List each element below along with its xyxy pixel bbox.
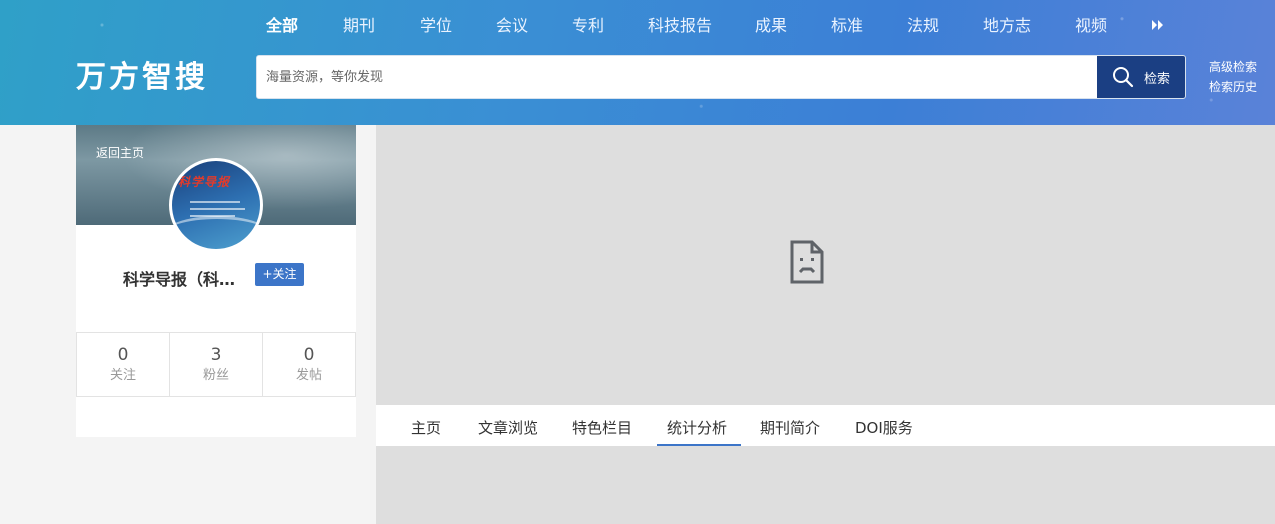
stat-following-label: 关注 (109, 368, 136, 383)
stat-following-count: 0 (117, 345, 129, 365)
avatar-text-line (190, 201, 240, 203)
site-header: 万方智搜 全部 期刊 学位 会议 专利 科技报告 成果 标准 法规 地方志 视频… (0, 0, 1275, 125)
search-icon (1112, 67, 1134, 88)
search-input[interactable] (257, 56, 1097, 98)
stat-following[interactable]: 0 关注 (77, 333, 170, 396)
embedded-content-frame (376, 125, 1275, 405)
nav-item-conference[interactable]: 会议 (496, 14, 572, 38)
nav-item-journal[interactable]: 期刊 (343, 14, 420, 38)
search-history-link[interactable]: 检索历史 (1209, 77, 1257, 97)
advanced-search-link[interactable]: 高级检索 (1209, 57, 1257, 77)
search-button[interactable]: 检索 (1097, 56, 1185, 98)
journal-profile-card: 返回主页 科学导报 科学导报（科… +关注 0 关注 3 粉丝 0 发帖 (76, 125, 356, 437)
back-home-link[interactable]: 返回主页 (96, 144, 144, 161)
journal-avatar[interactable]: 科学导报 (169, 158, 263, 252)
search-bar: 检索 (256, 55, 1186, 99)
stat-posts-label: 发帖 (295, 368, 322, 383)
double-chevron-right-icon[interactable] (1151, 19, 1165, 34)
broken-page-icon (790, 240, 824, 284)
nav-item-degree[interactable]: 学位 (420, 14, 496, 38)
avatar-cover-title: 科学导报 (178, 175, 231, 189)
tab-statistics[interactable]: 统计分析 (657, 405, 741, 446)
journal-name: 科学导报（科… (123, 270, 236, 289)
tab-article-browse[interactable]: 文章浏览 (478, 405, 538, 446)
journal-tabs: 主页 文章浏览 特色栏目 统计分析 期刊简介 DOI服务 (376, 405, 1275, 446)
resource-type-nav: 全部 期刊 学位 会议 专利 科技报告 成果 标准 法规 地方志 视频 (266, 14, 1165, 38)
nav-item-tech-report[interactable]: 科技报告 (648, 14, 755, 38)
stat-posts-count: 0 (303, 345, 315, 365)
site-logo[interactable]: 万方智搜 (76, 52, 208, 96)
stat-posts[interactable]: 0 发帖 (263, 333, 355, 396)
nav-item-local-gazette[interactable]: 地方志 (983, 14, 1075, 38)
search-links: 高级检索 检索历史 (1209, 57, 1257, 97)
avatar-text-line (190, 208, 245, 210)
nav-item-patent[interactable]: 专利 (572, 14, 648, 38)
stat-followers-count: 3 (210, 345, 222, 365)
tab-journal-intro[interactable]: 期刊简介 (760, 405, 820, 446)
tab-content-area (376, 446, 1275, 524)
tab-home[interactable]: 主页 (411, 405, 441, 446)
nav-item-video[interactable]: 视频 (1075, 14, 1151, 38)
stat-followers[interactable]: 3 粉丝 (170, 333, 263, 396)
search-button-label: 检索 (1143, 71, 1170, 87)
stat-followers-label: 粉丝 (202, 368, 229, 383)
nav-item-standard[interactable]: 标准 (831, 14, 907, 38)
nav-item-regulation[interactable]: 法规 (907, 14, 983, 38)
nav-item-all[interactable]: 全部 (266, 14, 343, 38)
profile-stats: 0 关注 3 粉丝 0 发帖 (76, 332, 356, 397)
follow-button[interactable]: +关注 (255, 263, 304, 286)
tab-doi-service[interactable]: DOI服务 (855, 405, 913, 446)
avatar-swoosh (172, 216, 260, 249)
nav-item-achievement[interactable]: 成果 (755, 14, 831, 38)
tab-featured-columns[interactable]: 特色栏目 (572, 405, 632, 446)
